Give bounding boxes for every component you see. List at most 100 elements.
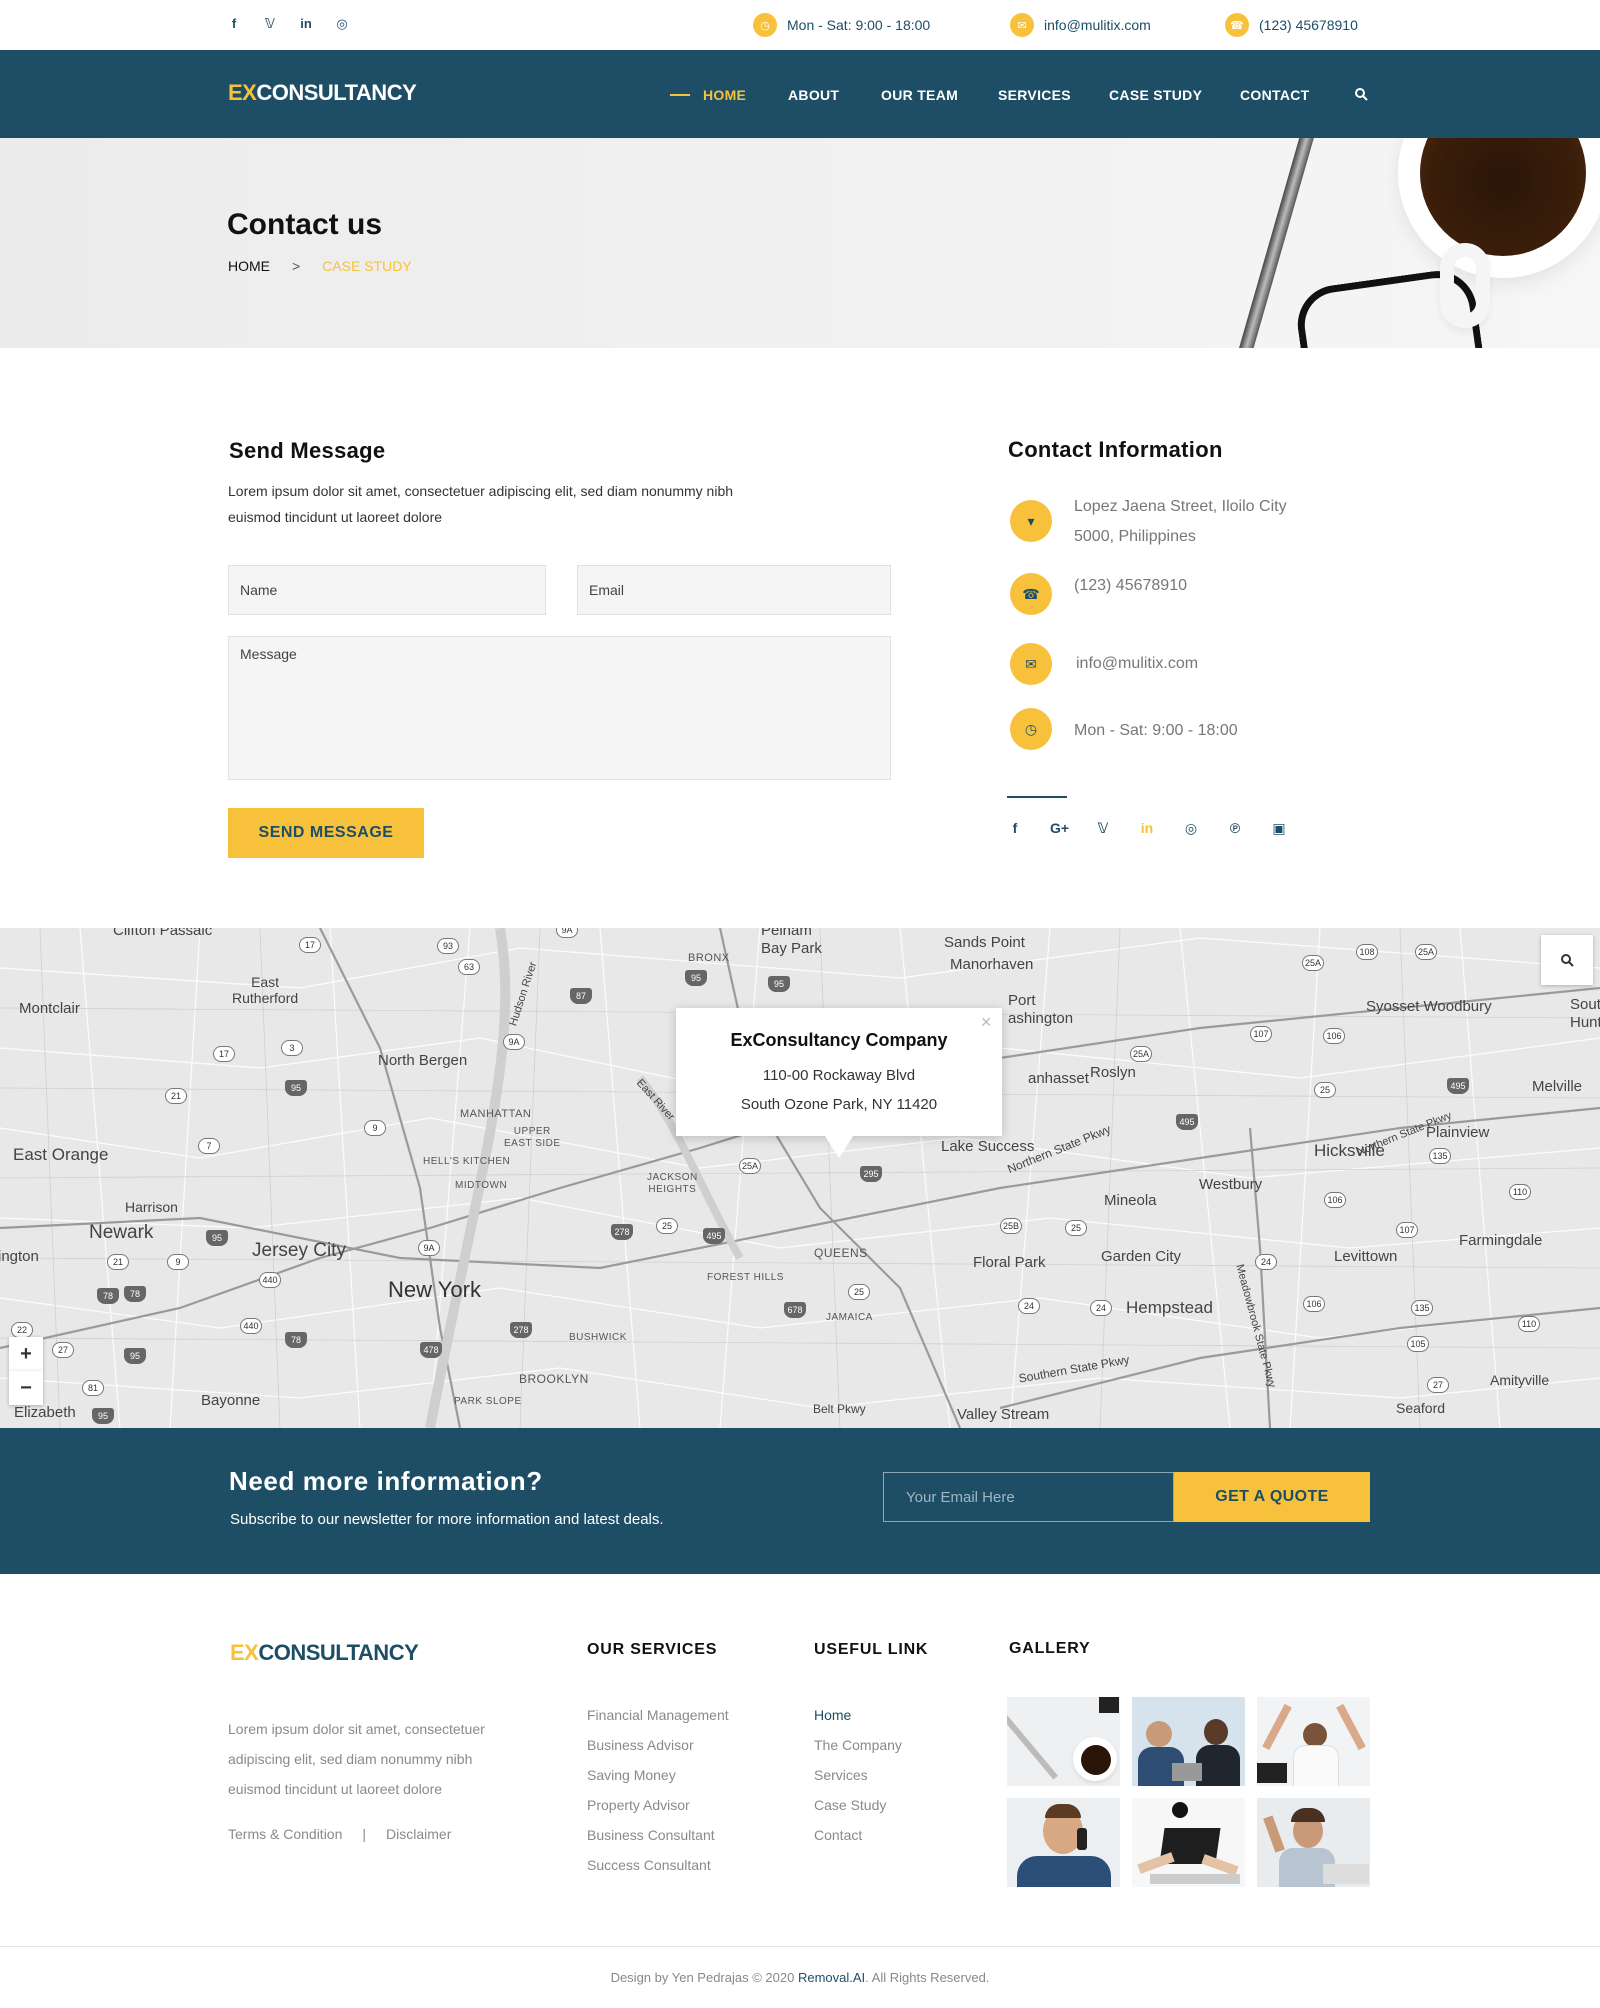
service-link-business-consultant[interactable]: Business Consultant <box>587 1827 715 1843</box>
route-shield: 25A <box>739 1158 761 1174</box>
google-plus-icon[interactable]: G+ <box>1050 820 1069 837</box>
route-shield: 78 <box>97 1288 119 1304</box>
close-icon[interactable]: ✕ <box>980 1014 992 1031</box>
footer-link-home[interactable]: Home <box>814 1707 851 1723</box>
route-shield: 17 <box>299 937 321 953</box>
service-link-financial-management[interactable]: Financial Management <box>587 1707 729 1723</box>
newsletter-banner: Need more information? Subscribe to our … <box>0 1428 1600 1574</box>
name-field[interactable]: Name <box>228 565 546 615</box>
route-shield: 81 <box>82 1380 104 1396</box>
disclaimer-link[interactable]: Disclaimer <box>386 1826 451 1842</box>
footer-logo[interactable]: EXCONSULTANCY <box>230 1640 419 1666</box>
nav-services[interactable]: SERVICES <box>998 87 1071 103</box>
newsletter-title: Need more information? <box>229 1466 543 1496</box>
footer-link-services[interactable]: Services <box>814 1767 868 1783</box>
map-search-button[interactable] <box>1541 935 1593 985</box>
copyright: Design by Yen Pedrajas © 2020 Removal.AI… <box>0 1970 1600 1985</box>
zoom-in-button[interactable]: + <box>9 1337 43 1371</box>
location-map[interactable]: Clifton Passaic Pelham Bay Park Sands Po… <box>0 928 1600 1428</box>
service-link-success-consultant[interactable]: Success Consultant <box>587 1857 711 1873</box>
dribbble-icon[interactable]: ◎ <box>334 16 350 32</box>
send-message-button[interactable]: SEND MESSAGE <box>228 808 424 858</box>
footer-link-contact[interactable]: Contact <box>814 1827 862 1843</box>
route-shield: 678 <box>784 1302 806 1318</box>
linkedin-icon[interactable]: in <box>1138 820 1156 837</box>
map-label-manhasset: anhasset <box>1028 1070 1089 1087</box>
address-line-2: 5000, Philippines <box>1074 528 1196 545</box>
nav-contact[interactable]: CONTACT <box>1240 87 1310 103</box>
service-link-saving-money[interactable]: Saving Money <box>587 1767 676 1783</box>
contact-email[interactable]: ✉ info@mulitix.com <box>1010 643 1198 685</box>
footer-logo-prefix: EX <box>230 1640 259 1665</box>
facebook-icon[interactable]: f <box>226 16 242 32</box>
instagram-icon[interactable]: ▣ <box>1270 820 1288 837</box>
map-label-seaford: Seaford <box>1396 1400 1446 1416</box>
route-shield: 495 <box>1447 1078 1469 1094</box>
contact-email-text[interactable]: info@mulitix.com <box>1076 649 1198 679</box>
route-shield: 25 <box>1065 1220 1087 1236</box>
facebook-icon[interactable]: f <box>1006 820 1024 837</box>
newsletter-email-input[interactable]: Your Email Here <box>883 1472 1174 1522</box>
contact-phone[interactable]: ☎ (123) 45678910 <box>1010 573 1187 615</box>
gallery-thumb-meeting[interactable] <box>1132 1697 1245 1786</box>
footer-link-case-study[interactable]: Case Study <box>814 1797 886 1813</box>
clock-icon: ◷ <box>753 13 777 37</box>
twitter-icon[interactable]: 𝕍 <box>1094 820 1112 837</box>
nav-case-study[interactable]: CASE STUDY <box>1109 87 1202 103</box>
route-shield: 21 <box>107 1254 129 1270</box>
map-label-east-orange: East Orange <box>13 1145 109 1164</box>
nav-our-team[interactable]: OUR TEAM <box>881 87 958 103</box>
route-shield: 110 <box>1518 1316 1540 1332</box>
nav-home[interactable]: HOME <box>703 87 746 103</box>
clock-icon: ◷ <box>1010 708 1052 750</box>
zoom-out-button[interactable]: − <box>9 1371 43 1405</box>
gallery-thumb-laptop[interactable] <box>1132 1798 1245 1887</box>
nav-about[interactable]: ABOUT <box>788 87 839 103</box>
copyright-brand-link[interactable]: Removal.AI <box>798 1970 865 1985</box>
popup-address-line-2: South Ozone Park, NY 11420 <box>740 1096 938 1113</box>
map-label-bushwick: BUSHWICK <box>569 1332 627 1343</box>
top-hours: ◷ Mon - Sat: 9:00 - 18:00 <box>753 13 930 37</box>
top-email[interactable]: ✉ info@mulitix.com <box>1010 13 1151 37</box>
pinterest-icon[interactable]: ℗ <box>1226 820 1244 837</box>
route-shield: 106 <box>1303 1296 1325 1312</box>
route-shield: 9 <box>364 1120 386 1136</box>
map-label-queens: QUEENS <box>814 1246 868 1260</box>
useful-links-list: Home The Company Services Case Study Con… <box>814 1700 902 1850</box>
contact-phone-text[interactable]: (123) 45678910 <box>1074 571 1187 601</box>
top-email-text[interactable]: info@mulitix.com <box>1044 17 1151 33</box>
map-label-roslyn: Roslyn <box>1090 1064 1136 1081</box>
get-a-quote-button[interactable]: GET A QUOTE <box>1174 1472 1370 1522</box>
linkedin-icon[interactable]: in <box>298 16 314 32</box>
message-field[interactable]: Message <box>228 636 891 780</box>
address-line-1: Lopez Jaena Street, Iloilo City <box>1074 498 1287 515</box>
top-phone-text[interactable]: (123) 45678910 <box>1259 17 1358 33</box>
gallery-thumb-stressed[interactable] <box>1257 1798 1370 1887</box>
email-field[interactable]: Email <box>577 565 891 615</box>
service-link-business-advisor[interactable]: Business Advisor <box>587 1737 694 1753</box>
breadcrumb: HOME > CASE STUDY <box>228 258 412 274</box>
route-shield: 25B <box>1000 1218 1022 1234</box>
search-icon[interactable] <box>1354 87 1368 101</box>
dribbble-icon[interactable]: ◎ <box>1182 820 1200 837</box>
gallery-thumb-stretch[interactable] <box>1257 1697 1370 1786</box>
map-label-new-york: New York <box>388 1277 481 1302</box>
search-icon <box>1561 954 1574 967</box>
route-shield: 105 <box>1407 1336 1429 1352</box>
gallery-thumb-coffee[interactable] <box>1007 1697 1120 1786</box>
contact-social-links: f G+ 𝕍 in ◎ ℗ ▣ <box>1006 820 1288 837</box>
contact-hours-text: Mon - Sat: 9:00 - 18:00 <box>1074 722 1238 739</box>
envelope-icon: ✉ <box>1010 643 1052 685</box>
top-phone[interactable]: ☎ (123) 45678910 <box>1225 13 1358 37</box>
footer-link-the-company[interactable]: The Company <box>814 1737 902 1753</box>
service-link-property-advisor[interactable]: Property Advisor <box>587 1797 690 1813</box>
top-hours-text: Mon - Sat: 9:00 - 18:00 <box>787 17 931 33</box>
breadcrumb-current: CASE STUDY <box>322 258 412 274</box>
map-label-park-slope: PARK SLOPE <box>454 1396 522 1407</box>
gallery-thumb-phone-call[interactable] <box>1007 1798 1120 1887</box>
map-label-brooklyn: BROOKLYN <box>519 1372 589 1386</box>
terms-link[interactable]: Terms & Condition <box>228 1826 342 1842</box>
breadcrumb-home[interactable]: HOME <box>228 258 270 274</box>
route-shield: 478 <box>420 1342 442 1358</box>
twitter-icon[interactable]: 𝕍 <box>262 16 278 32</box>
